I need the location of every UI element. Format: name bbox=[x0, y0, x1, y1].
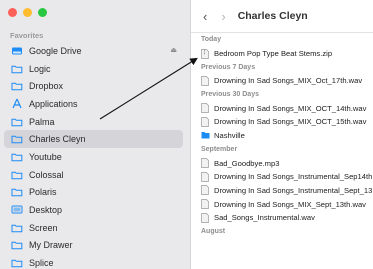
zip-file-icon bbox=[201, 48, 209, 59]
sidebar-item-logic[interactable]: Logic bbox=[0, 60, 191, 78]
sidebar-item-applications[interactable]: Applications bbox=[0, 95, 191, 113]
sidebar-item-label: Colossal bbox=[29, 169, 64, 180]
sidebar-list: Google Drive ⏏ Logic Dropbox Applications Pal… bbox=[0, 42, 191, 269]
document-icon bbox=[201, 199, 209, 209]
close-button[interactable] bbox=[8, 8, 17, 17]
sidebar-item-label: Polaris bbox=[29, 187, 57, 198]
list-item[interactable]: Drowning In Sad Songs_MIX_Sept_13th.wav bbox=[191, 197, 373, 211]
sidebar-section-label: Favorites bbox=[10, 31, 44, 40]
document-icon bbox=[201, 185, 209, 196]
list-item[interactable]: Drowning In Sad Songs_Instrumental_Sept_… bbox=[191, 184, 373, 198]
folder-icon bbox=[10, 239, 23, 252]
forward-button[interactable]: › bbox=[221, 9, 225, 24]
file-name: Drowning In Sad Songs_MIX_OCT_15th.wav bbox=[214, 117, 367, 127]
finder-window: Favorites Google Drive ⏏ Logic Dropbox Appli… bbox=[0, 0, 373, 269]
sidebar-item-google-drive[interactable]: Google Drive ⏏ bbox=[0, 42, 191, 60]
file-name: Drowning In Sad Songs_MIX_Oct_17th.wav bbox=[214, 76, 363, 86]
sidebar-item-label: Dropbox bbox=[29, 81, 64, 92]
folder-icon bbox=[10, 150, 23, 163]
folder-icon bbox=[10, 168, 23, 181]
applications-icon bbox=[10, 97, 23, 110]
document-icon bbox=[201, 212, 209, 223]
file-name: Drowning In Sad Songs_Instrumental_Sep14… bbox=[214, 172, 373, 182]
file-name: Drowning In Sad Songs_MIX_Sept_13th.wav bbox=[214, 199, 366, 209]
back-button[interactable]: ‹ bbox=[203, 9, 207, 24]
sidebar-item-desktop[interactable]: Desktop bbox=[0, 201, 191, 219]
file-list: Today Bedroom Pop Type Beat Stems.zip Prev… bbox=[191, 33, 373, 238]
sidebar-item-label: Google Drive bbox=[29, 45, 82, 56]
document-icon bbox=[201, 76, 209, 86]
window-controls bbox=[8, 8, 47, 17]
group-header: Today bbox=[201, 36, 222, 44]
google-drive-icon bbox=[10, 44, 23, 57]
group-header: Previous 7 Days bbox=[201, 63, 256, 71]
sidebar-item-dropbox[interactable]: Dropbox bbox=[0, 77, 191, 95]
sidebar-item-label: Charles Cleyn bbox=[29, 134, 86, 145]
folder-icon bbox=[10, 221, 23, 234]
group-header: August bbox=[201, 227, 226, 235]
sidebar-item-polaris[interactable]: Polaris bbox=[0, 184, 191, 202]
document-icon bbox=[201, 171, 209, 182]
sidebar-item-label: Youtube bbox=[29, 151, 62, 162]
file-name: Drowning In Sad Songs_MIX_OCT_14th.wav bbox=[214, 103, 367, 113]
list-item[interactable]: Drowning In Sad Songs_MIX_OCT_15th.wav bbox=[191, 115, 373, 129]
sidebar-item-label: Screen bbox=[29, 222, 58, 233]
folder-icon bbox=[201, 131, 210, 141]
sidebar-item-label: Desktop bbox=[29, 205, 63, 216]
minimize-button[interactable] bbox=[23, 8, 32, 17]
list-item[interactable]: Bedroom Pop Type Beat Stems.zip bbox=[191, 47, 373, 61]
document-icon bbox=[201, 158, 209, 168]
folder-icon bbox=[10, 115, 23, 128]
sidebar: Favorites Google Drive ⏏ Logic Dropbox Appli… bbox=[0, 0, 191, 269]
file-name: Nashville bbox=[214, 131, 245, 141]
sidebar-item-palma[interactable]: Palma bbox=[0, 113, 191, 131]
list-item[interactable]: Nashville bbox=[191, 129, 373, 143]
main-pane: ‹ › Charles Cleyn Today Bedroom Pop Type … bbox=[191, 0, 373, 269]
document-icon bbox=[201, 103, 209, 114]
folder-icon bbox=[10, 62, 23, 75]
sidebar-item-screen[interactable]: Screen bbox=[0, 219, 191, 237]
toolbar: ‹ › Charles Cleyn bbox=[191, 0, 373, 33]
group-header: Previous 30 Days bbox=[201, 91, 259, 99]
sidebar-item-my-drawer[interactable]: My Drawer bbox=[0, 237, 191, 255]
sidebar-item-youtube[interactable]: Youtube bbox=[0, 148, 191, 166]
folder-icon bbox=[10, 80, 23, 93]
group-header: September bbox=[201, 145, 238, 153]
folder-icon bbox=[10, 186, 23, 199]
file-name: Drowning In Sad Songs_Instrumental_Sept_… bbox=[214, 185, 373, 195]
sidebar-item-charles-cleyn[interactable]: Charles Cleyn bbox=[4, 130, 183, 149]
sidebar-item-label: Logic bbox=[29, 63, 51, 74]
sidebar-item-label: Palma bbox=[29, 116, 55, 127]
list-item[interactable]: Drowning In Sad Songs_Instrumental_Sep14… bbox=[191, 170, 373, 184]
folder-icon bbox=[10, 133, 23, 146]
file-name: Sad_Songs_Instrumental.wav bbox=[214, 213, 315, 223]
zoom-button[interactable] bbox=[38, 8, 47, 17]
sidebar-item-splice[interactable]: Splice bbox=[0, 254, 191, 269]
sidebar-item-label: Splice bbox=[29, 258, 54, 269]
list-item[interactable]: Sad_Songs_Instrumental.wav bbox=[191, 211, 373, 225]
list-item[interactable]: Bad_Goodbye.mp3 bbox=[191, 156, 373, 170]
list-item[interactable]: Drowning In Sad Songs_MIX_Oct_17th.wav bbox=[191, 74, 373, 88]
file-name: Bedroom Pop Type Beat Stems.zip bbox=[214, 49, 333, 59]
window-title: Charles Cleyn bbox=[237, 10, 308, 22]
sidebar-item-label: Applications bbox=[29, 98, 78, 109]
document-icon bbox=[201, 117, 209, 127]
sidebar-item-colossal[interactable]: Colossal bbox=[0, 166, 191, 184]
eject-icon[interactable]: ⏏ bbox=[170, 46, 177, 54]
sidebar-item-label: My Drawer bbox=[29, 240, 73, 251]
list-item[interactable]: Drowning In Sad Songs_MIX_OCT_14th.wav bbox=[191, 101, 373, 115]
desktop-icon bbox=[10, 204, 23, 217]
folder-icon bbox=[10, 257, 23, 269]
file-name: Bad_Goodbye.mp3 bbox=[214, 158, 280, 168]
